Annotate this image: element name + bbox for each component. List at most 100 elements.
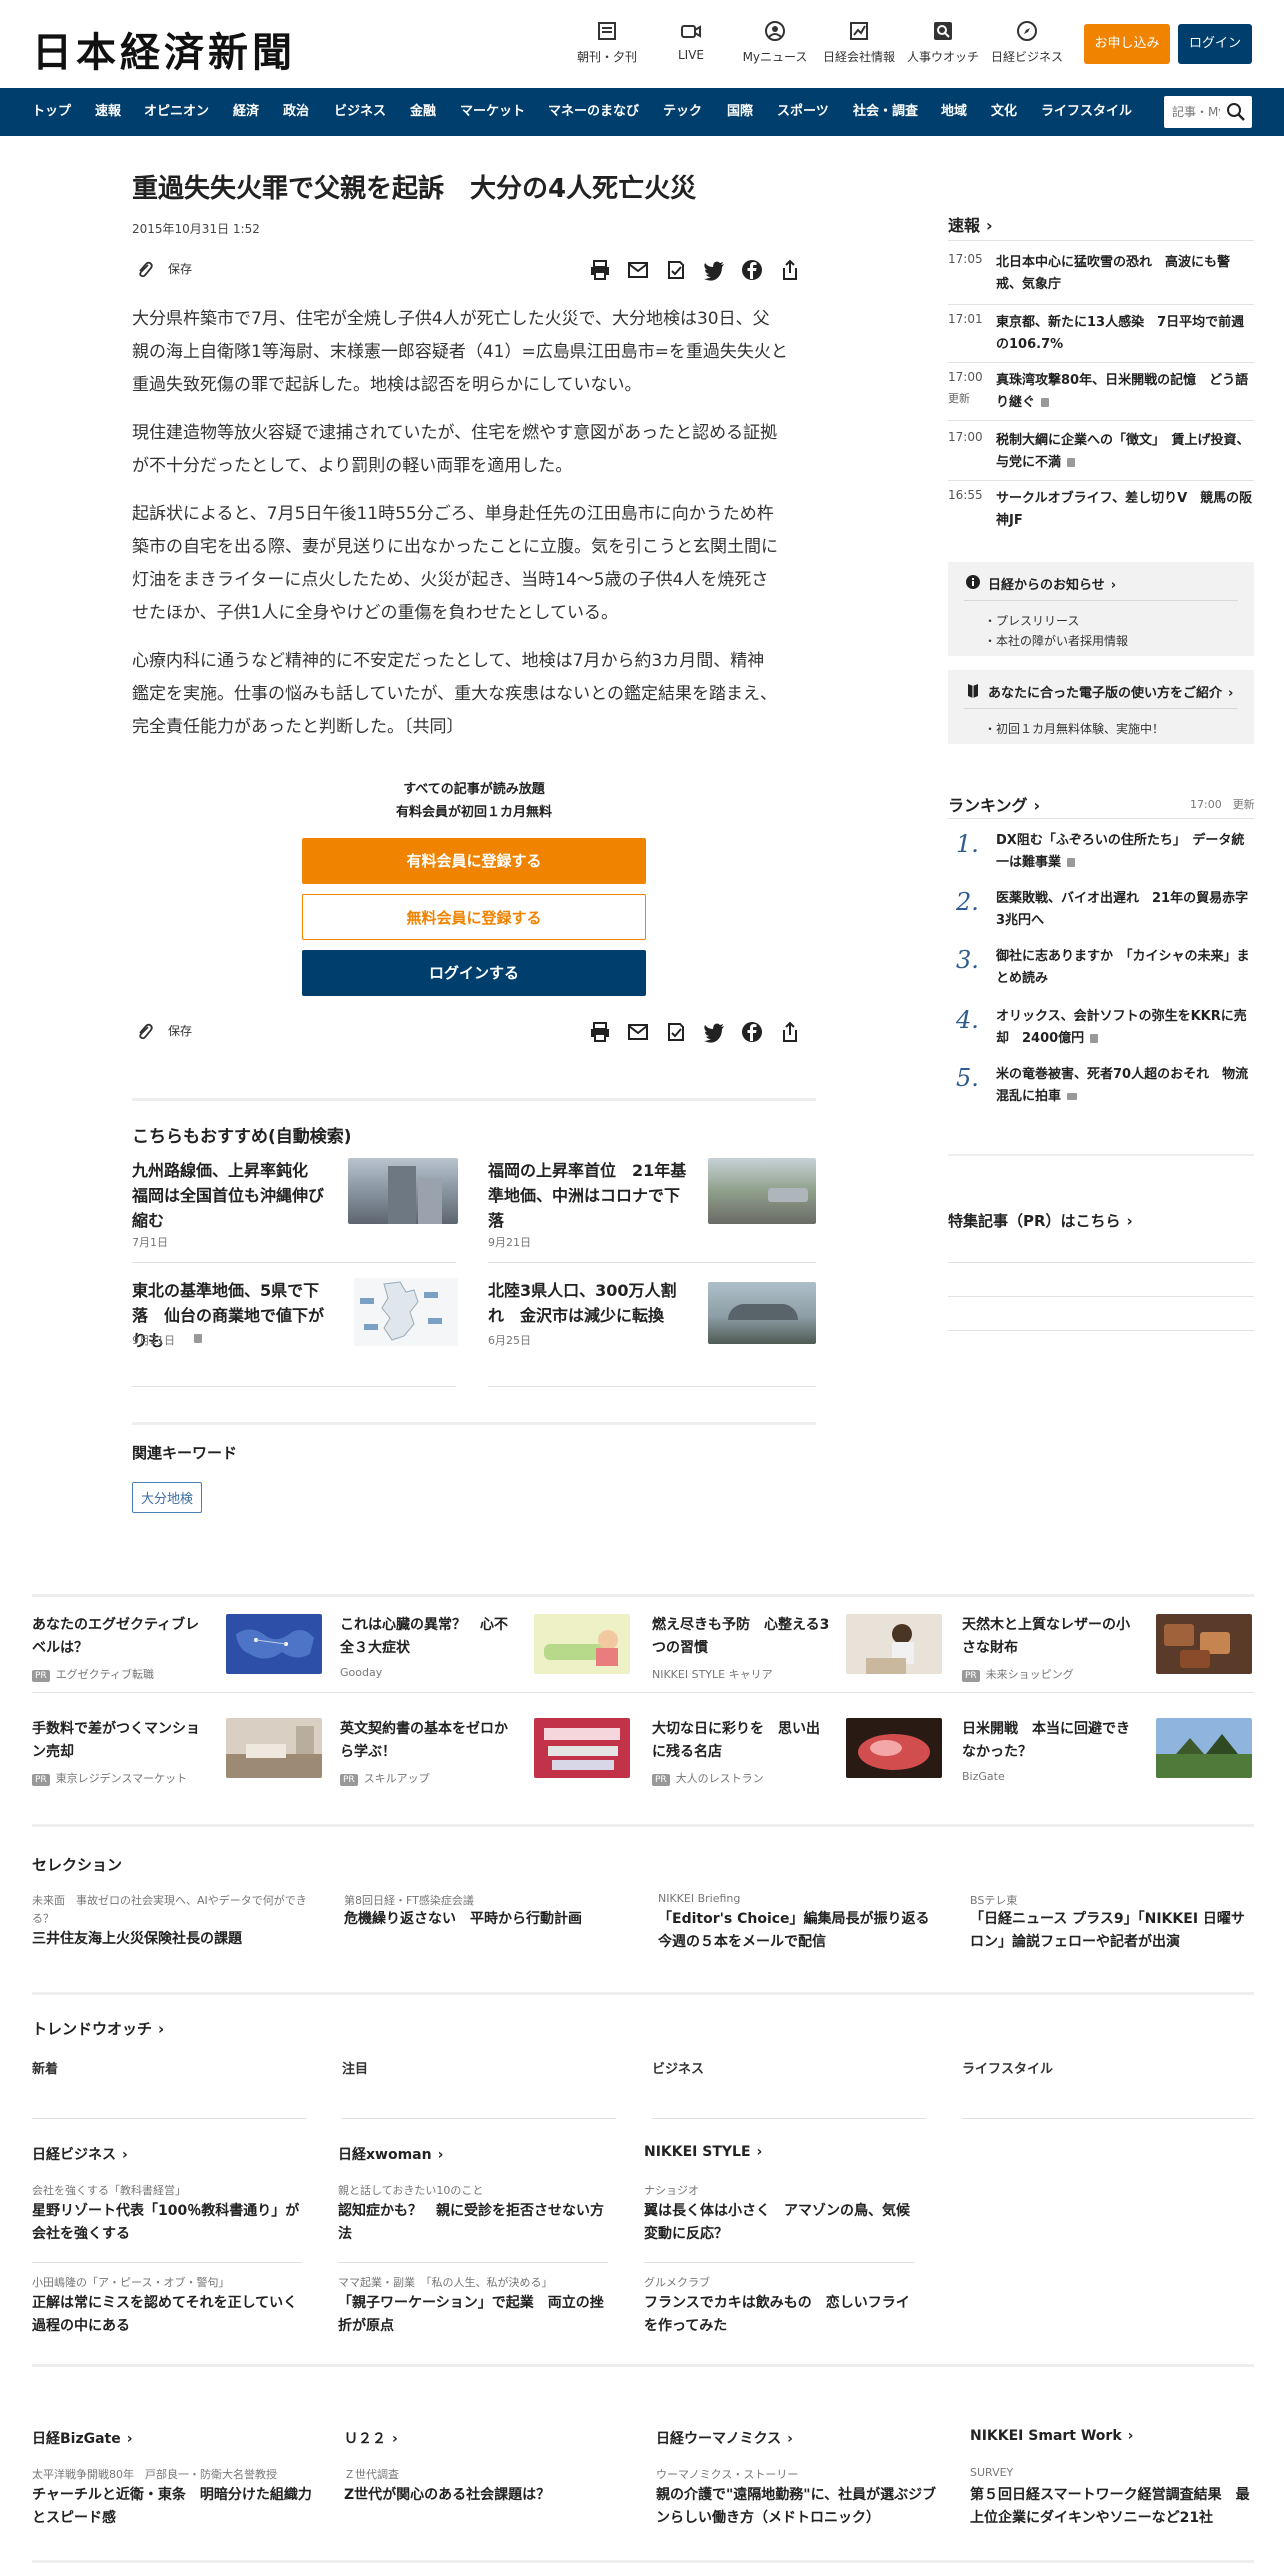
nikkei-logo[interactable]: 日本経済新聞 [32, 20, 296, 78]
ad-item[interactable]: 手数料で差がつくマンション売却 PR 東京レジデンスマーケット [32, 1718, 322, 1786]
share-icon[interactable] [778, 258, 802, 282]
gift-article-icon[interactable] [664, 1020, 688, 1044]
nav-item-sports[interactable]: スポーツ [777, 88, 829, 136]
recommend-item[interactable]: 福岡の上昇率首位 21年基準地価、中洲はコロナで下落 9月21日 [488, 1158, 818, 1254]
ad-item[interactable]: 英文契約書の基本をゼロから学ぶ！ PR スキルアップ [340, 1718, 630, 1786]
recommend-item[interactable]: 東北の基準地価、5県で下落 仙台の商業地で値下がりも 9月21日 [132, 1278, 462, 1362]
share-icon[interactable] [778, 1020, 802, 1044]
mail-icon[interactable] [626, 1020, 650, 1044]
trend-tab-featured[interactable]: 注目 [342, 2058, 368, 2077]
search-icon[interactable] [1226, 102, 1246, 122]
flash-item[interactable]: 17:00 更新 真珠湾攻撃80年、日米開戦の記憶 どう語り継ぐ [948, 370, 1254, 416]
header-link-company[interactable]: 日経会社情報 [814, 20, 904, 65]
ranking-item[interactable]: 3. 御社に志ありますか 「カイシャの未来」まとめ読み [948, 946, 1254, 992]
pr-heading[interactable]: 特集記事（PR）はこちら [948, 1210, 1133, 1231]
ebook-heading[interactable]: あなたに合った電子版の使い方をご紹介 [988, 682, 1233, 701]
header-link-paper[interactable]: 朝刊・夕刊 [562, 20, 652, 65]
keyword-tag[interactable]: 大分地検 [132, 1482, 203, 1513]
recommend-item[interactable]: 九州路線価、上昇率鈍化 福岡は全国首位も沖縄伸び縮む 7月1日 [132, 1158, 462, 1254]
nav-item-lifestyle[interactable]: ライフスタイル [1041, 88, 1132, 136]
recommend-item[interactable]: 北陸3県人口、300万人割れ 金沢市は減少に転換 6月25日 [488, 1278, 818, 1362]
login-button[interactable]: ログイン [1178, 24, 1252, 64]
nav-item-top[interactable]: トップ [32, 88, 71, 136]
ad-item[interactable]: これは心臓の異常？ 心不全３大症状 Gooday [340, 1614, 630, 1680]
media-title[interactable]: チャーチルと近衛・東条 明暗分けた組織力とスピード感 [32, 2484, 322, 2530]
register-paid-button[interactable]: 有料会員に登録する [302, 838, 646, 884]
media-title[interactable]: 翼は長く体は小さく アマゾンの鳥、気候変動に反応？ [644, 2200, 914, 2246]
print-icon[interactable] [588, 258, 612, 282]
header-link-business[interactable]: 日経ビジネス [982, 20, 1072, 65]
ad-item[interactable]: 燃え尽きも予防 心整える3つの習慣 NIKKEI STYLE キャリア [652, 1614, 942, 1681]
media-title[interactable]: Z世代が関心のある社会課題は？ [344, 2484, 634, 2507]
media-title[interactable]: 認知症かも？ 親に受診を拒否させない方法 [338, 2200, 608, 2246]
media-title[interactable]: 正解は常にミスを認めてそれを正していく過程の中にある [32, 2292, 302, 2338]
ranking-heading[interactable]: ランキング [948, 792, 1040, 816]
notice-item-recruit[interactable]: ・本社の障がい者採用情報 [984, 632, 1128, 649]
selection-title[interactable]: 三井住友海上火災保険社長の課題 [32, 1928, 312, 1951]
nav-item-society[interactable]: 社会・調査 [853, 88, 918, 136]
media-heading[interactable]: NIKKEI Smart Work [970, 2428, 1133, 2444]
flash-item[interactable]: 17:01 東京都、新たに13人感染 7日平均で前週の106.7% [948, 312, 1254, 358]
nav-item-money[interactable]: マネーのまなび [548, 88, 639, 136]
media-title[interactable]: 「親子ワーケーション」で起業 両立の挫折が原点 [338, 2292, 608, 2338]
media-heading[interactable]: 日経xwoman [338, 2144, 443, 2164]
nav-item-flash[interactable]: 速報 [95, 88, 121, 136]
ad-item[interactable]: 日米開戦 本当に回避できなかった？ BizGate [962, 1718, 1252, 1784]
mail-icon[interactable] [626, 258, 650, 282]
gift-article-icon[interactable] [664, 258, 688, 282]
selection-title[interactable]: 危機繰り返さない 平時から行動計画 [344, 1908, 624, 1931]
nav-item-tech[interactable]: テック [663, 88, 702, 136]
nav-item-international[interactable]: 国際 [727, 88, 753, 136]
trend-tab-business[interactable]: ビジネス [652, 2058, 704, 2077]
header-link-mynews[interactable]: Myニュース [730, 20, 820, 65]
register-free-button[interactable]: 無料会員に登録する [302, 894, 646, 940]
nav-item-business[interactable]: ビジネス [334, 88, 386, 136]
paperclip-icon[interactable] [136, 260, 154, 280]
ranking-item[interactable]: 4. オリックス、会計ソフトの弥生をKKRに売却 2400億円 [948, 1006, 1254, 1052]
nav-item-opinion[interactable]: オピニオン [144, 88, 209, 136]
subscribe-button[interactable]: お申し込み [1084, 24, 1170, 64]
media-heading[interactable]: NIKKEI STYLE [644, 2144, 762, 2160]
print-icon[interactable] [588, 1020, 612, 1044]
ranking-item[interactable]: 1. DX阻む「ふぞろいの住所たち」 データ統一は難事業 [948, 830, 1254, 876]
ad-item[interactable]: あなたのエグゼクティブレベルは？ PR エグゼクティブ転職 [32, 1614, 322, 1682]
header-link-jinji[interactable]: 人事ウオッチ [898, 20, 988, 65]
nav-item-region[interactable]: 地域 [941, 88, 967, 136]
media-heading[interactable]: 日経BizGate [32, 2428, 133, 2448]
save-button[interactable]: 保存 [168, 260, 192, 277]
media-heading[interactable]: Ｕ２２ [344, 2428, 398, 2448]
notice-heading[interactable]: 日経からのお知らせ [988, 574, 1116, 593]
paperclip-icon[interactable] [136, 1022, 154, 1042]
flash-heading[interactable]: 速報 [948, 212, 993, 236]
media-heading[interactable]: 日経ビジネス [32, 2144, 128, 2164]
notice-item-press[interactable]: ・プレスリリース [984, 612, 1079, 629]
nav-item-culture[interactable]: 文化 [991, 88, 1017, 136]
twitter-icon[interactable] [702, 258, 726, 282]
media-title[interactable]: 星野リゾート代表「100％教科書通り」が会社を強くする [32, 2200, 302, 2246]
selection-title[interactable]: 「日経ニュース プラス9」「NIKKEI 日曜サロン」論説フェローや記者が出演 [970, 1908, 1250, 1954]
flash-item[interactable]: 17:00 税制大綱に企業への「徴文」 賃上げ投資、与党に不満 [948, 430, 1254, 476]
ebook-item[interactable]: ・初回１カ月無料体験、実施中！ [984, 720, 1164, 737]
trend-heading[interactable]: トレンドウオッチ [32, 2018, 164, 2039]
nav-item-finance[interactable]: 金融 [410, 88, 436, 136]
trend-tab-new[interactable]: 新着 [32, 2058, 58, 2077]
media-title[interactable]: 第５回日経スマートワーク経営調査結果 最上位企業にダイキンやソニーなど21社 [970, 2484, 1254, 2530]
header-link-live[interactable]: LIVE [646, 20, 736, 62]
ranking-item[interactable]: 5. 米の竜巻被害、死者70人超のおそれ 物流混乱に拍車 [948, 1064, 1254, 1110]
nav-item-market[interactable]: マーケット [460, 88, 525, 136]
ad-item[interactable]: 大切な日に彩りを 思い出に残る名店 PR 大人のレストラン [652, 1718, 942, 1786]
trend-tab-lifestyle[interactable]: ライフスタイル [962, 2058, 1053, 2077]
flash-item[interactable]: 17:05 北日本中心に猛吹雪の恐れ 高波にも警戒、気象庁 [948, 252, 1254, 298]
selection-title[interactable]: 「Editor's Choice」編集局長が振り返る今週の５本をメールで配信 [658, 1908, 938, 1954]
ad-item[interactable]: 天然木と上質なレザーの小さな財布 PR 未来ショッピング [962, 1614, 1252, 1682]
twitter-icon[interactable] [702, 1020, 726, 1044]
ranking-item[interactable]: 2. 医薬敗戦、バイオ出遅れ 21年の貿易赤字3兆円へ [948, 888, 1254, 934]
facebook-icon[interactable] [740, 258, 764, 282]
media-title[interactable]: 親の介護で"遠隔地勤務"に、社員が選ぶジブンらしい働き方（メドトロニック） [656, 2484, 946, 2530]
media-title[interactable]: フランスでカキは飲みもの 恋しいフライを作ってみた [644, 2292, 914, 2338]
media-heading[interactable]: 日経ウーマノミクス [656, 2428, 793, 2448]
facebook-icon[interactable] [740, 1020, 764, 1044]
login-cta-button[interactable]: ログインする [302, 950, 646, 996]
save-button[interactable]: 保存 [168, 1022, 192, 1039]
search-input[interactable] [1164, 96, 1220, 128]
